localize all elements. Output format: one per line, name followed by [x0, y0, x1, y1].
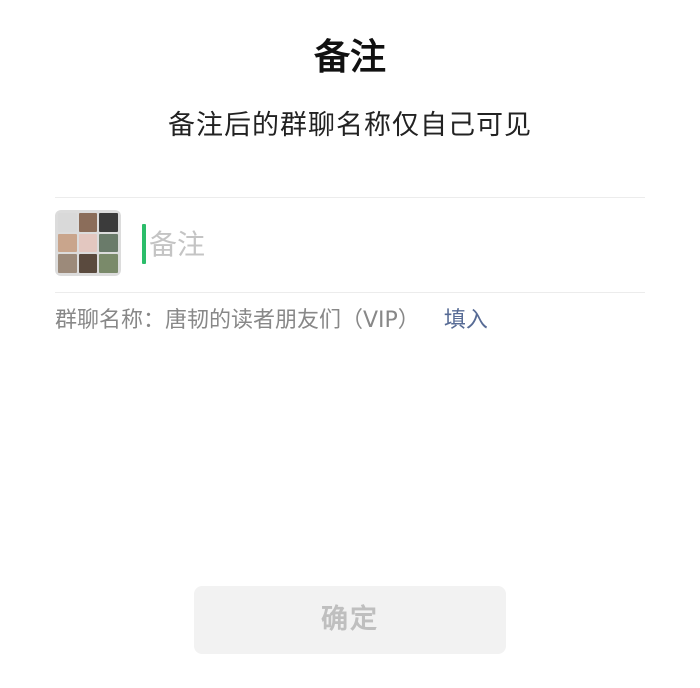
group-avatar-icon	[55, 210, 121, 276]
fill-in-link[interactable]: 填入	[444, 308, 488, 333]
avatar-cell	[58, 254, 77, 273]
remark-input-row	[55, 210, 645, 278]
avatar-cell	[99, 254, 118, 273]
avatar-cell	[78, 233, 98, 253]
divider-top	[55, 197, 645, 198]
confirm-button[interactable]: 确定	[194, 586, 506, 654]
remark-input[interactable]	[149, 220, 629, 268]
avatar-cell	[58, 233, 77, 253]
avatar-cell	[78, 213, 98, 232]
avatar-cell	[58, 213, 77, 232]
group-name-row: 群聊名称：唐韧的读者朋友们（VIP） 填入	[55, 305, 655, 337]
divider-bottom	[55, 292, 645, 293]
avatar-cell	[99, 233, 118, 253]
text-cursor	[142, 224, 146, 264]
avatar-cell	[99, 213, 118, 232]
avatar-cell	[78, 254, 98, 273]
group-name-label: 群聊名称：唐韧的读者朋友们（VIP）	[55, 308, 420, 333]
page-title: 备注	[313, 37, 386, 78]
page-subtitle: 备注后的群聊名称仅自己可见	[168, 110, 532, 141]
